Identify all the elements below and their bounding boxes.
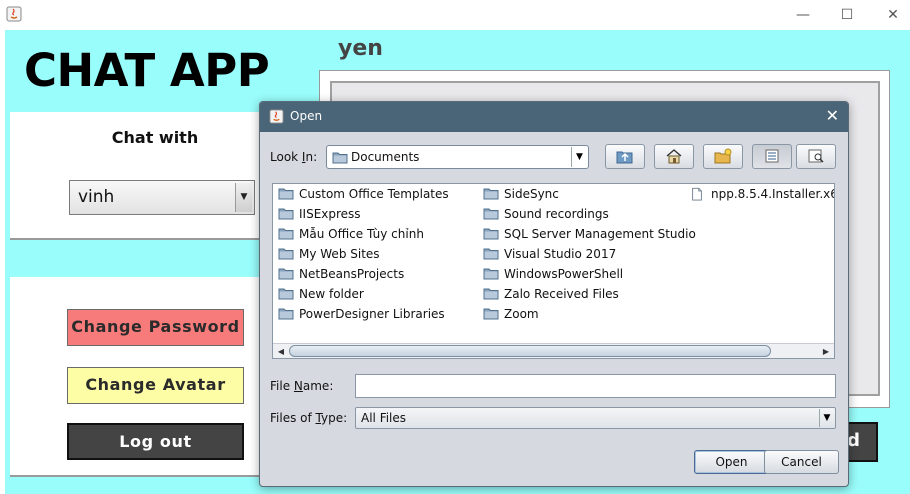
chat-with-value: vinh [78,187,115,207]
files-of-type-label-part: Files of [270,411,316,425]
file-item-name: IISExpress [299,207,361,221]
files-of-type-label-part: ype: [321,411,348,425]
file-name-label-mnemonic: N [293,379,303,393]
look-in-select[interactable]: Documents ▼ [326,145,589,169]
folder-icon [278,208,294,220]
look-in-value: Documents [351,150,420,164]
new-folder-icon [714,148,732,164]
file-item-name: My Web Sites [299,247,380,261]
up-one-level-icon [616,151,633,164]
folder-icon [278,188,294,200]
details-view-icon [808,149,824,163]
folder-icon [278,288,294,300]
file-item-name: Visual Studio 2017 [504,247,617,261]
file-item-name: Sound recordings [504,207,609,221]
scroll-right-icon[interactable]: ▶ [819,345,833,358]
horizontal-scrollbar[interactable]: ◀ ▶ [273,343,834,358]
look-in-label-part: n: [305,150,318,164]
change-password-button[interactable]: Change Password [67,309,244,346]
logout-button[interactable]: Log out [67,423,244,460]
folder-icon [483,268,499,280]
files-of-type-select[interactable]: All Files ▼ [355,407,836,429]
dialog-titlebar: Open ✕ [260,102,848,132]
chevron-down-icon[interactable]: ▼ [819,409,834,427]
open-file-dialog: Open ✕ Look In: Documents ▼ Custom Offic… [259,101,849,487]
file-name-label-part: File [270,379,294,393]
home-button[interactable] [654,144,694,169]
folder-icon [278,248,294,260]
change-avatar-button[interactable]: Change Avatar [67,367,244,404]
file-item-name: New folder [299,287,364,301]
folder-icon [483,228,499,240]
file-item-name: SideSync [504,187,559,201]
folder-icon [332,152,348,164]
file-icon [692,187,702,201]
window-close-button[interactable]: ✕ [882,5,904,25]
folder-icon [483,208,499,220]
file-item-name: WindowsPowerShell [504,267,624,281]
look-in-label: Look In: [270,150,317,164]
chevron-down-icon[interactable]: ▼ [235,183,252,212]
open-button[interactable]: Open [694,450,769,474]
folder-icon [483,288,499,300]
list-view-icon [765,149,779,163]
java-app-icon [269,109,284,124]
files-of-type-value: All Files [361,411,407,425]
file-item-name: PowerDesigner Libraries [299,307,445,321]
scrollbar-thumb[interactable] [289,345,771,357]
dialog-close-button[interactable]: ✕ [826,106,839,125]
home-icon [666,149,682,164]
up-one-level-button[interactable] [605,144,645,169]
file-name-label: File Name: [270,379,333,393]
file-list[interactable]: Custom Office Templates IISExpress Mẫu Off… [272,183,835,359]
cancel-button[interactable]: Cancel [764,450,839,474]
chevron-down-icon[interactable]: ▼ [571,147,587,167]
folder-icon [278,228,294,240]
folder-icon [278,268,294,280]
folder-icon [483,248,499,260]
file-item-name: Mẫu Office Tùy chỉnh [299,227,424,241]
folder-icon [483,308,499,320]
current-username: yen [338,36,383,61]
chat-with-select[interactable]: vinh ▼ [69,180,255,215]
file-item-name: NetBeansProjects [299,267,405,281]
maximize-button[interactable]: ☐ [836,5,858,25]
new-folder-button[interactable] [703,144,743,169]
minimize-button[interactable]: — [792,5,814,25]
java-app-icon [6,6,22,22]
file-item-name: Zoom [504,307,539,321]
file-item-name: Custom Office Templates [299,187,449,201]
list-view-button[interactable] [752,144,792,169]
window-titlebar: — ☐ ✕ [0,0,910,30]
file-name-input[interactable] [355,374,836,398]
file-item-name: Zalo Received Files [504,287,619,301]
folder-icon [483,188,499,200]
app-title: CHAT APP [24,44,270,97]
dialog-title: Open [290,109,323,123]
file-name-label-part: ame: [302,379,334,393]
folder-icon [278,308,294,320]
file-item-name: npp.8.5.4.Installer.x64.e [711,187,834,201]
file-item-name: SQL Server Management Studio [504,227,696,241]
look-in-label-part: Look [270,150,302,164]
files-of-type-label: Files of Type: [270,411,347,425]
details-view-button[interactable] [796,144,836,169]
scroll-left-icon[interactable]: ◀ [274,345,288,358]
